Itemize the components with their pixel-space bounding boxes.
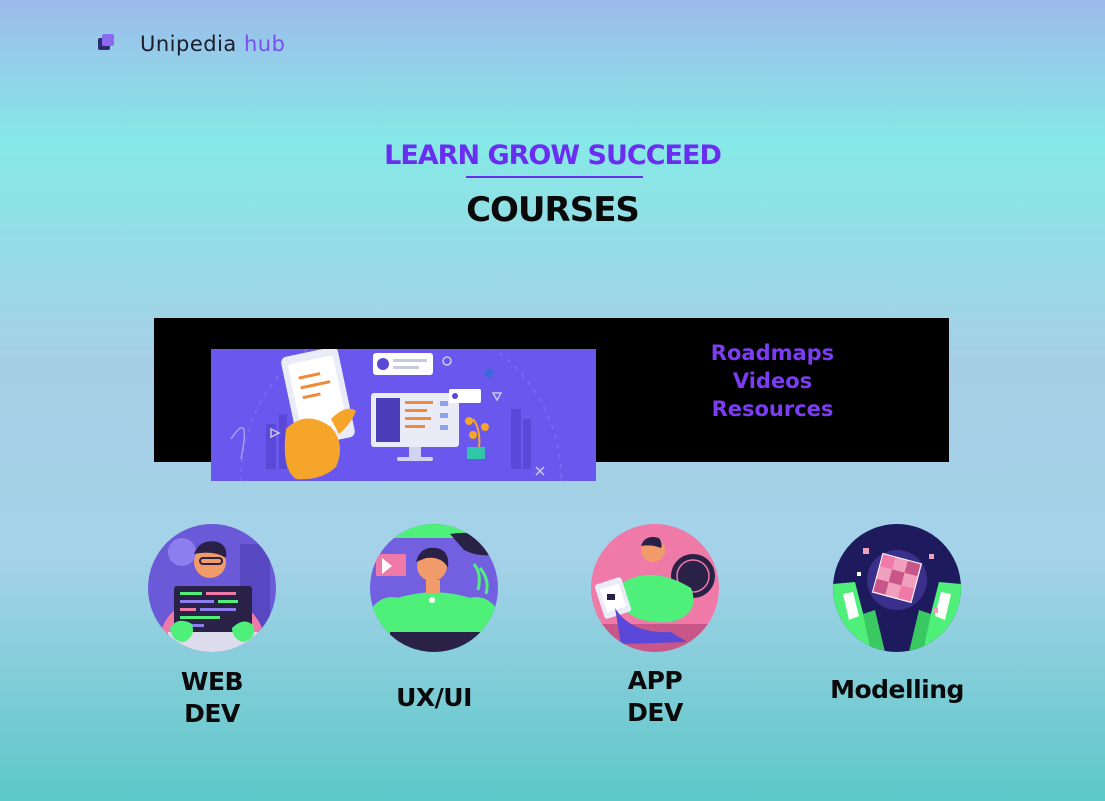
- tagline-underline: [466, 176, 643, 178]
- course-label-web-dev: WEB DEV: [180, 667, 244, 728]
- roadmaps-link[interactable]: Roadmaps: [680, 339, 865, 367]
- brand-name: Unipedia hub: [140, 32, 285, 56]
- course-label-ux-ui: UX/UI: [396, 683, 472, 712]
- brand-name-suffix: hub: [244, 32, 286, 56]
- app-developer-illustration-icon: [591, 524, 719, 652]
- ux-designer-illustration-icon: [370, 524, 498, 652]
- course-card-web-dev[interactable]: WEB DEV: [112, 524, 312, 730]
- web-developer-illustration-icon: [148, 524, 276, 652]
- course-card-app-dev[interactable]: APP DEV: [555, 524, 755, 729]
- unipedia-logo-icon: [98, 34, 118, 54]
- brand-name-main: Unipedia: [140, 32, 237, 56]
- banner-link-list: Roadmaps Videos Resources: [680, 339, 865, 423]
- brand-logo-link[interactable]: Unipedia hub: [98, 32, 285, 56]
- course-card-modelling[interactable]: Modelling: [797, 524, 997, 706]
- resources-link[interactable]: Resources: [680, 395, 865, 423]
- cube-model-illustration-icon: [833, 524, 961, 652]
- page-title: COURSES: [466, 190, 640, 230]
- course-card-ux-ui[interactable]: UX/UI: [334, 524, 534, 714]
- course-label-modelling: Modelling: [830, 675, 964, 704]
- videos-link[interactable]: Videos: [680, 367, 865, 395]
- tagline: LEARN GROW SUCCEED: [384, 140, 722, 171]
- developer-illustration-icon: [211, 349, 596, 481]
- course-label-app-dev: APP DEV: [627, 666, 683, 727]
